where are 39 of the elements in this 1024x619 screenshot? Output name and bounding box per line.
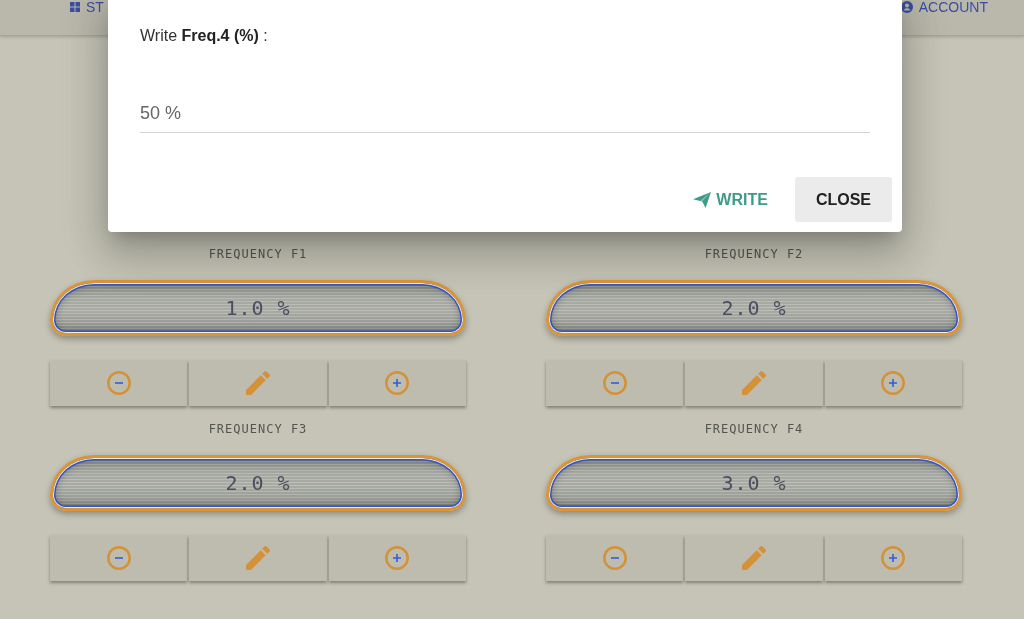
pencil-icon [742, 546, 766, 570]
edit-button[interactable] [189, 535, 327, 581]
increase-button[interactable] [328, 535, 466, 581]
grid-icon [70, 2, 80, 12]
value-readout: 2.0 % [721, 297, 787, 319]
close-button[interactable]: CLOSE [794, 177, 892, 222]
plus-circle-icon [385, 371, 410, 395]
pencil-icon [742, 371, 766, 395]
input-field[interactable]: 50 % [140, 97, 870, 133]
increase-button[interactable] [328, 360, 466, 406]
minus-circle-icon [602, 546, 627, 570]
nav-tab[interactable]: ST [70, 0, 104, 14]
card-label: FREQUENCY F1 [208, 247, 308, 261]
plus-circle-icon [881, 371, 906, 395]
edit-button[interactable] [685, 360, 823, 406]
minus-circle-icon [602, 371, 627, 395]
minus-circle-icon [106, 546, 131, 570]
write-button[interactable]: WRITE [685, 177, 776, 222]
value-readout: 1.0 % [225, 297, 291, 319]
card-label: FREQUENCY F4 [704, 422, 804, 436]
decrease-button[interactable] [546, 360, 684, 406]
increase-button[interactable] [824, 360, 962, 406]
paper-plane-icon [693, 191, 712, 208]
pencil-icon [246, 546, 270, 570]
plus-circle-icon [385, 546, 410, 570]
decrease-button[interactable] [50, 535, 188, 581]
card-label: FREQUENCY F2 [704, 247, 804, 261]
minus-circle-icon [106, 371, 131, 395]
decrease-button[interactable] [546, 535, 684, 581]
prompt-text: Write Freq.4 (%) : [140, 27, 269, 45]
increase-button[interactable] [824, 535, 962, 581]
plus-circle-icon [881, 546, 906, 570]
card-label: FREQUENCY F3 [208, 422, 308, 436]
edit-button[interactable] [685, 535, 823, 581]
decrease-button[interactable] [50, 360, 188, 406]
value-readout: 3.0 % [721, 472, 787, 494]
value-readout: 2.0 % [225, 472, 291, 494]
pencil-icon [246, 371, 270, 395]
edit-button[interactable] [189, 360, 327, 406]
